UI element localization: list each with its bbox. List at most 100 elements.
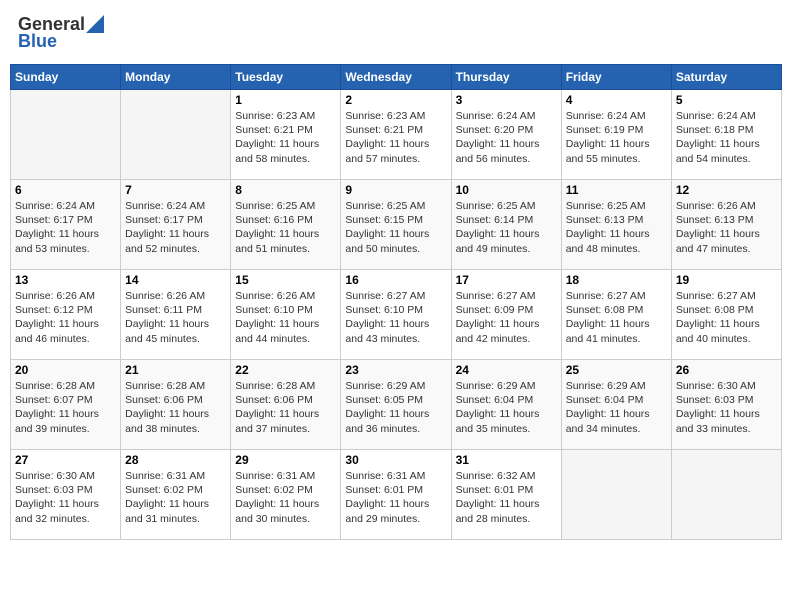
day-number: 19 [676,273,777,287]
calendar-cell: 11 Sunrise: 6:25 AMSunset: 6:13 PMDayligh… [561,180,671,270]
day-info: Sunrise: 6:29 AMSunset: 6:04 PMDaylight:… [456,379,557,436]
day-info: Sunrise: 6:30 AMSunset: 6:03 PMDaylight:… [676,379,777,436]
calendar-cell: 3 Sunrise: 6:24 AMSunset: 6:20 PMDaylight… [451,90,561,180]
day-info: Sunrise: 6:26 AMSunset: 6:10 PMDaylight:… [235,289,336,346]
calendar-cell: 1 Sunrise: 6:23 AMSunset: 6:21 PMDaylight… [231,90,341,180]
calendar-cell: 17 Sunrise: 6:27 AMSunset: 6:09 PMDayligh… [451,270,561,360]
day-number: 18 [566,273,667,287]
day-info: Sunrise: 6:31 AMSunset: 6:02 PMDaylight:… [235,469,336,526]
day-info: Sunrise: 6:28 AMSunset: 6:06 PMDaylight:… [125,379,226,436]
day-info: Sunrise: 6:27 AMSunset: 6:09 PMDaylight:… [456,289,557,346]
day-number: 31 [456,453,557,467]
day-info: Sunrise: 6:25 AMSunset: 6:14 PMDaylight:… [456,199,557,256]
logo-triangle-icon [86,15,104,33]
day-info: Sunrise: 6:30 AMSunset: 6:03 PMDaylight:… [15,469,116,526]
logo-blue-text: Blue [18,31,57,52]
day-number: 7 [125,183,226,197]
calendar-cell: 7 Sunrise: 6:24 AMSunset: 6:17 PMDaylight… [121,180,231,270]
calendar-cell: 30 Sunrise: 6:31 AMSunset: 6:01 PMDayligh… [341,450,451,540]
day-number: 11 [566,183,667,197]
day-info: Sunrise: 6:23 AMSunset: 6:21 PMDaylight:… [345,109,446,166]
day-number: 1 [235,93,336,107]
day-info: Sunrise: 6:24 AMSunset: 6:19 PMDaylight:… [566,109,667,166]
calendar-cell: 28 Sunrise: 6:31 AMSunset: 6:02 PMDayligh… [121,450,231,540]
day-number: 30 [345,453,446,467]
day-info: Sunrise: 6:25 AMSunset: 6:13 PMDaylight:… [566,199,667,256]
calendar-cell: 16 Sunrise: 6:27 AMSunset: 6:10 PMDayligh… [341,270,451,360]
day-info: Sunrise: 6:26 AMSunset: 6:12 PMDaylight:… [15,289,116,346]
day-number: 20 [15,363,116,377]
calendar-cell: 19 Sunrise: 6:27 AMSunset: 6:08 PMDayligh… [671,270,781,360]
weekday-header: Thursday [451,65,561,90]
calendar-cell: 2 Sunrise: 6:23 AMSunset: 6:21 PMDaylight… [341,90,451,180]
calendar-cell: 5Sunrise: 6:24 AMSunset: 6:18 PMDaylight… [671,90,781,180]
day-info: Sunrise: 6:27 AMSunset: 6:08 PMDaylight:… [676,289,777,346]
day-info: Sunrise: 6:27 AMSunset: 6:08 PMDaylight:… [566,289,667,346]
calendar-cell: 21 Sunrise: 6:28 AMSunset: 6:06 PMDayligh… [121,360,231,450]
day-info: Sunrise: 6:27 AMSunset: 6:10 PMDaylight:… [345,289,446,346]
day-info: Sunrise: 6:31 AMSunset: 6:01 PMDaylight:… [345,469,446,526]
calendar-cell: 4Sunrise: 6:24 AMSunset: 6:19 PMDaylight… [561,90,671,180]
day-number: 8 [235,183,336,197]
day-number: 23 [345,363,446,377]
weekday-header: Monday [121,65,231,90]
day-number: 13 [15,273,116,287]
day-info: Sunrise: 6:29 AMSunset: 6:04 PMDaylight:… [566,379,667,436]
day-number: 10 [456,183,557,197]
day-number: 28 [125,453,226,467]
calendar-cell: 6 Sunrise: 6:24 AMSunset: 6:17 PMDaylight… [11,180,121,270]
weekday-header: Friday [561,65,671,90]
day-number: 25 [566,363,667,377]
day-info: Sunrise: 6:26 AMSunset: 6:13 PMDaylight:… [676,199,777,256]
day-number: 6 [15,183,116,197]
day-info: Sunrise: 6:28 AMSunset: 6:06 PMDaylight:… [235,379,336,436]
day-number: 22 [235,363,336,377]
calendar-cell: 26 Sunrise: 6:30 AMSunset: 6:03 PMDayligh… [671,360,781,450]
calendar-cell: 25 Sunrise: 6:29 AMSunset: 6:04 PMDayligh… [561,360,671,450]
weekday-header: Wednesday [341,65,451,90]
day-info: Sunrise: 6:24 AMSunset: 6:20 PMDaylight:… [456,109,557,166]
calendar-cell: 29 Sunrise: 6:31 AMSunset: 6:02 PMDayligh… [231,450,341,540]
day-number: 2 [345,93,446,107]
day-number: 9 [345,183,446,197]
weekday-header: Saturday [671,65,781,90]
day-info: Sunrise: 6:23 AMSunset: 6:21 PMDaylight:… [235,109,336,166]
calendar-cell: 20Sunrise: 6:28 AMSunset: 6:07 PMDayligh… [11,360,121,450]
day-info: Sunrise: 6:31 AMSunset: 6:02 PMDaylight:… [125,469,226,526]
calendar-cell: 23Sunrise: 6:29 AMSunset: 6:05 PMDayligh… [341,360,451,450]
day-number: 16 [345,273,446,287]
day-number: 21 [125,363,226,377]
day-info: Sunrise: 6:25 AMSunset: 6:16 PMDaylight:… [235,199,336,256]
calendar-cell: 15 Sunrise: 6:26 AMSunset: 6:10 PMDayligh… [231,270,341,360]
day-number: 29 [235,453,336,467]
calendar-cell: 12 Sunrise: 6:26 AMSunset: 6:13 PMDayligh… [671,180,781,270]
day-number: 26 [676,363,777,377]
day-info: Sunrise: 6:24 AMSunset: 6:17 PMDaylight:… [15,199,116,256]
calendar-cell: 31 Sunrise: 6:32 AMSunset: 6:01 PMDayligh… [451,450,561,540]
day-number: 12 [676,183,777,197]
calendar-cell [11,90,121,180]
weekday-header: Sunday [11,65,121,90]
day-info: Sunrise: 6:26 AMSunset: 6:11 PMDaylight:… [125,289,226,346]
day-number: 3 [456,93,557,107]
calendar-cell: 9 Sunrise: 6:25 AMSunset: 6:15 PMDaylight… [341,180,451,270]
calendar-cell: 22 Sunrise: 6:28 AMSunset: 6:06 PMDayligh… [231,360,341,450]
calendar-table: SundayMondayTuesdayWednesdayThursdayFrid… [10,64,782,540]
day-number: 24 [456,363,557,377]
calendar-cell: 18 Sunrise: 6:27 AMSunset: 6:08 PMDayligh… [561,270,671,360]
day-number: 15 [235,273,336,287]
calendar-cell: 27Sunrise: 6:30 AMSunset: 6:03 PMDayligh… [11,450,121,540]
calendar-cell [121,90,231,180]
calendar-cell [671,450,781,540]
logo: General Blue [18,14,104,52]
calendar-cell: 8 Sunrise: 6:25 AMSunset: 6:16 PMDaylight… [231,180,341,270]
day-info: Sunrise: 6:25 AMSunset: 6:15 PMDaylight:… [345,199,446,256]
calendar-cell: 10 Sunrise: 6:25 AMSunset: 6:14 PMDayligh… [451,180,561,270]
day-number: 14 [125,273,226,287]
day-info: Sunrise: 6:32 AMSunset: 6:01 PMDaylight:… [456,469,557,526]
page-header: General Blue [10,10,782,56]
day-number: 17 [456,273,557,287]
calendar-cell: 13 Sunrise: 6:26 AMSunset: 6:12 PMDayligh… [11,270,121,360]
day-info: Sunrise: 6:24 AMSunset: 6:17 PMDaylight:… [125,199,226,256]
day-info: Sunrise: 6:24 AMSunset: 6:18 PMDaylight:… [676,109,777,166]
